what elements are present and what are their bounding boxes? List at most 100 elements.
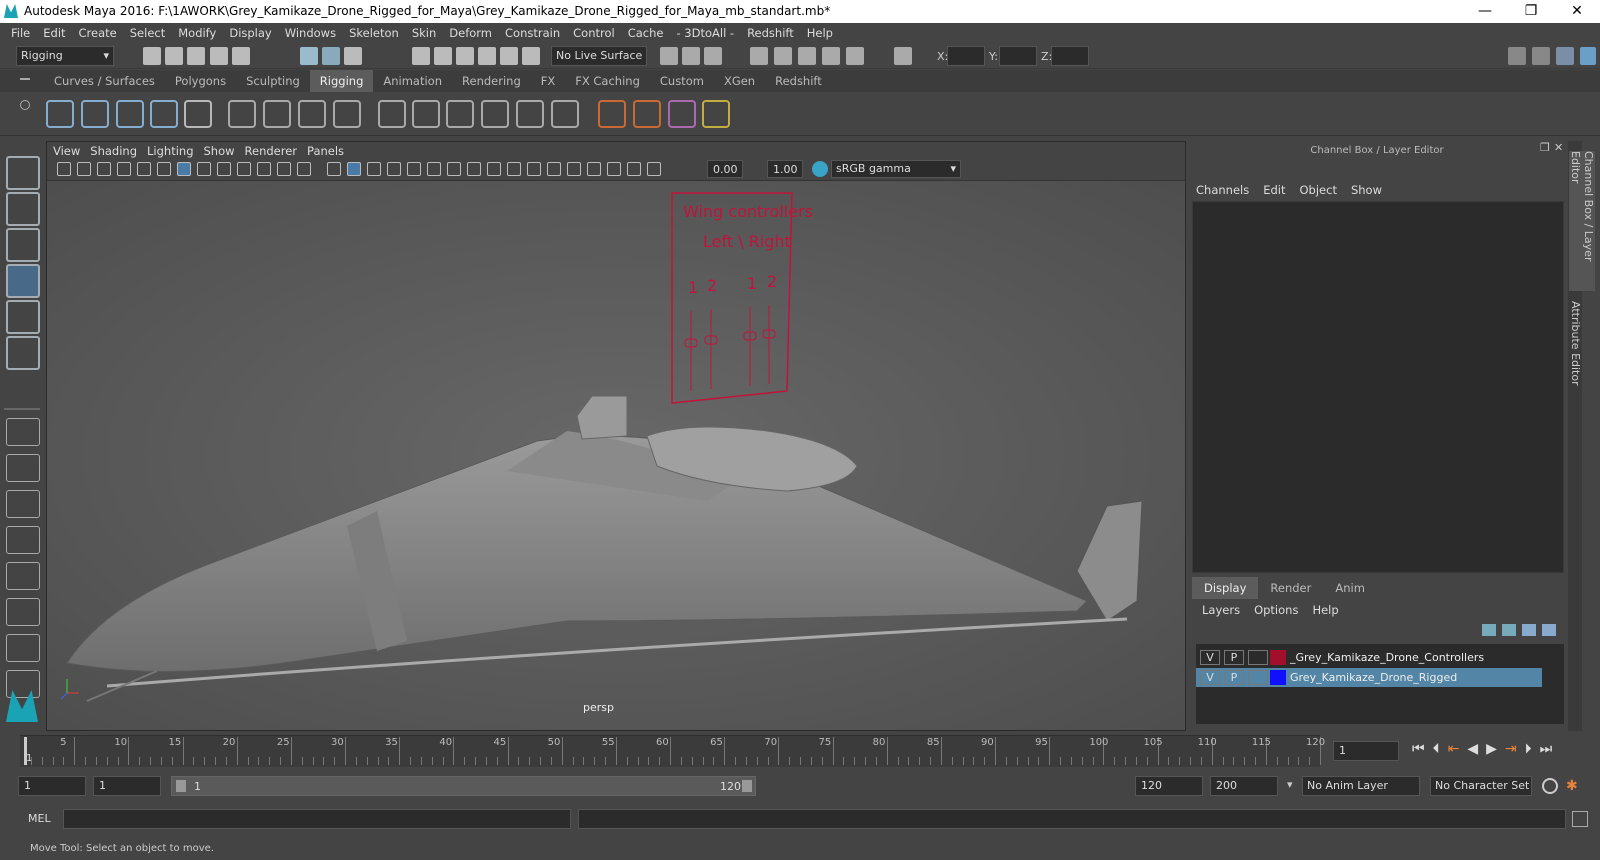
tab-attribute-editor[interactable]: Attribute Editor [1569, 301, 1582, 386]
playback-start-field[interactable]: 1 [93, 776, 161, 796]
exposure-field[interactable]: 0.00 [707, 160, 743, 178]
viewport-tool-icon[interactable] [467, 162, 481, 176]
minimize-button[interactable]: — [1462, 0, 1508, 23]
two-view-icon[interactable] [6, 490, 40, 518]
layout-icon[interactable] [1532, 47, 1550, 65]
layout-icon[interactable] [1508, 47, 1526, 65]
render-icon[interactable] [822, 47, 840, 65]
shelf-tool-icon[interactable] [150, 100, 178, 128]
range-slider-start-handle[interactable] [176, 780, 186, 792]
status-tool-icon[interactable] [300, 47, 318, 65]
step-back-frame-icon[interactable]: ⇤ [1448, 741, 1460, 757]
viewport-tool-icon[interactable] [117, 162, 131, 176]
viewport-tool-icon[interactable] [427, 162, 441, 176]
character-set-dropdown[interactable]: No Character Set [1430, 776, 1532, 796]
render-icon[interactable] [774, 47, 792, 65]
menu-edit[interactable]: Edit [38, 26, 73, 40]
shelf-tool-icon[interactable] [81, 100, 109, 128]
viewport-tool-icon[interactable] [447, 162, 461, 176]
3d-scene[interactable]: Wing controllers Left \ Right 1 2 1 2 pe… [47, 181, 1185, 730]
start-time-field[interactable]: 1 [18, 776, 86, 796]
viewport-tool-icon[interactable] [487, 162, 501, 176]
shelf-tool-icon[interactable] [298, 100, 326, 128]
shelf-tab[interactable]: FX Caching [565, 70, 650, 92]
menu--3dtoall-[interactable]: - 3DtoAll - [671, 26, 742, 40]
playback-end-field[interactable]: 120 [1135, 776, 1203, 796]
viewport-tool-icon[interactable] [297, 162, 311, 176]
menu-select[interactable]: Select [125, 26, 173, 40]
menu-display[interactable]: Display [224, 26, 279, 40]
layer-menu-layers[interactable]: Layers [1202, 603, 1254, 617]
render-icon[interactable] [894, 47, 912, 65]
shelf-tab[interactable]: XGen [714, 70, 765, 92]
time-slider[interactable]: 1 1 ⏮ ⏴ ⇤ ◀ ▶ ⇥ ⏵ ⏭ 5 10 15 20 25 30 35 40 45 50 5… [0, 733, 1600, 769]
layer-color-swatch[interactable] [1270, 650, 1286, 665]
move-layer-down-icon[interactable] [1502, 624, 1516, 636]
range-slider-end-handle[interactable] [742, 780, 752, 792]
layer-playback-toggle[interactable]: P [1224, 650, 1244, 665]
status-tool-icon[interactable] [232, 47, 250, 65]
paint-select-tool-icon[interactable] [6, 228, 40, 262]
layer-tab-anim[interactable]: Anim [1323, 577, 1377, 599]
shelf-tool-icon[interactable] [333, 100, 361, 128]
gamma-field[interactable]: 1.00 [767, 160, 803, 178]
viewport-tool-icon[interactable] [547, 162, 561, 176]
shelf-tool-icon[interactable] [598, 100, 626, 128]
channel-menu-show[interactable]: Show [1351, 183, 1396, 197]
shelf-tool-icon[interactable] [378, 100, 406, 128]
shelf-menu-icon[interactable] [20, 78, 30, 80]
shelf-tool-icon[interactable] [668, 100, 696, 128]
channel-menu-edit[interactable]: Edit [1263, 183, 1299, 197]
play-backward-icon[interactable]: ◀ [1467, 741, 1478, 757]
layer-playback-toggle[interactable]: P [1224, 670, 1244, 685]
select-tool-icon[interactable] [6, 156, 40, 190]
rotate-tool-icon[interactable] [6, 300, 40, 334]
viewport-menu-renderer[interactable]: Renderer [245, 142, 308, 159]
menu-constrain[interactable]: Constrain [500, 26, 568, 40]
status-tool-icon[interactable] [434, 47, 452, 65]
layer-visibility-toggle[interactable]: V [1200, 650, 1220, 665]
z-field[interactable] [1051, 46, 1089, 66]
viewport-tool-icon[interactable] [347, 162, 361, 176]
shelf-tab[interactable]: Animation [373, 70, 452, 92]
shelf-tool-icon[interactable] [446, 100, 474, 128]
x-field[interactable] [947, 46, 985, 66]
layer-display-type[interactable] [1248, 670, 1268, 685]
layer-menu-options[interactable]: Options [1254, 603, 1312, 617]
menu-skeleton[interactable]: Skeleton [344, 26, 407, 40]
shelf-tool-icon[interactable] [228, 100, 256, 128]
shelf-tab[interactable]: Redshift [765, 70, 832, 92]
step-forward-frame-icon[interactable]: ⇥ [1505, 741, 1517, 757]
viewport-tool-icon[interactable] [507, 162, 521, 176]
shelf-tool-icon[interactable] [481, 100, 509, 128]
viewport-tool-icon[interactable] [527, 162, 541, 176]
menu-file[interactable]: File [6, 26, 38, 40]
shelf-tool-icon[interactable] [184, 100, 212, 128]
layer-display-type[interactable] [1248, 650, 1268, 665]
status-tool-icon[interactable] [210, 47, 228, 65]
current-frame-field[interactable]: 1 [1333, 741, 1399, 761]
viewport-tool-icon[interactable] [407, 162, 421, 176]
graph-view-icon[interactable] [6, 562, 40, 590]
channel-list[interactable] [1192, 201, 1564, 573]
shelf-tool-icon[interactable] [412, 100, 440, 128]
shelf-tool-icon[interactable] [516, 100, 544, 128]
viewport-tool-icon[interactable] [177, 162, 191, 176]
shelf-tab[interactable]: FX [531, 70, 566, 92]
viewport-tool-icon[interactable] [157, 162, 171, 176]
channel-menu-object[interactable]: Object [1300, 183, 1351, 197]
lasso-tool-icon[interactable] [6, 192, 40, 226]
render-icon[interactable] [750, 47, 768, 65]
preferences-icon[interactable]: ✱ [1566, 778, 1582, 794]
y-field[interactable] [999, 46, 1037, 66]
mel-input[interactable] [63, 809, 571, 829]
status-tool-icon[interactable] [522, 47, 540, 65]
shelf-tool-icon[interactable] [633, 100, 661, 128]
menu-help[interactable]: Help [802, 26, 841, 40]
step-back-key-icon[interactable]: ⏴ [1433, 741, 1440, 757]
menu-skin[interactable]: Skin [407, 26, 444, 40]
new-layer-selected-icon[interactable] [1542, 624, 1556, 636]
viewport-tool-icon[interactable] [197, 162, 211, 176]
layer-tab-display[interactable]: Display [1192, 577, 1259, 599]
shelf-settings-icon[interactable] [20, 100, 30, 110]
